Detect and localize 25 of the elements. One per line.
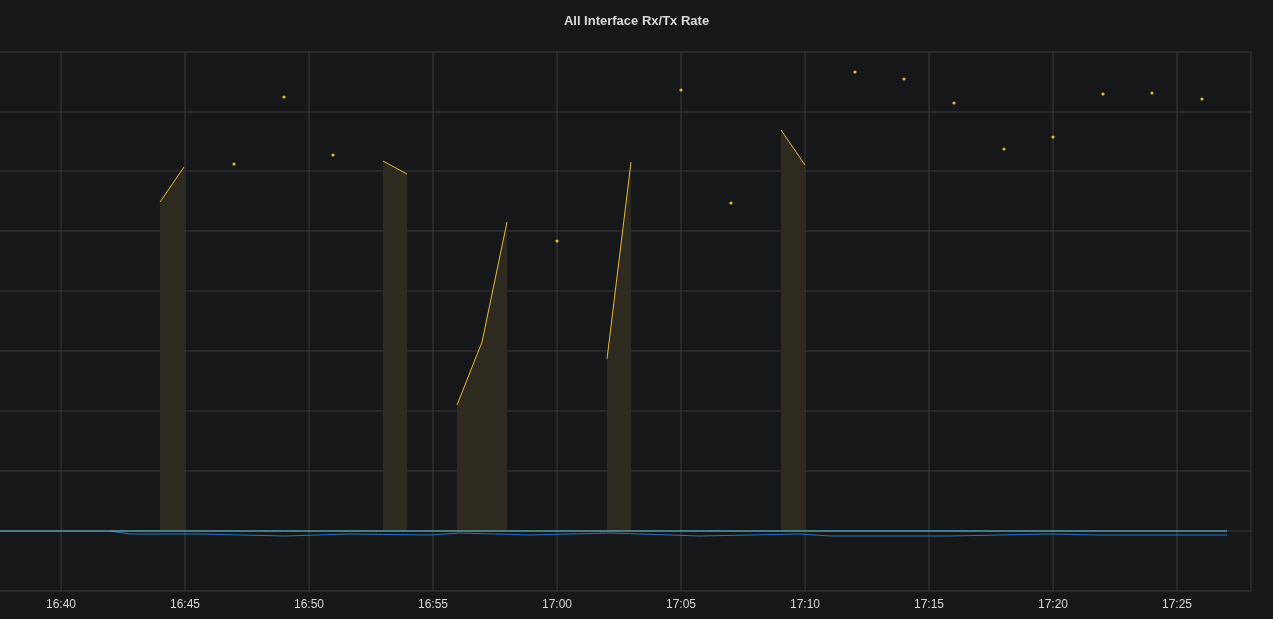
data-point xyxy=(331,153,335,157)
x-tick-label: 17:05 xyxy=(666,597,696,611)
data-point xyxy=(232,162,236,166)
x-tick-label: 17:15 xyxy=(914,597,944,611)
x-tick-label: 16:50 xyxy=(294,597,324,611)
data-point xyxy=(555,239,559,243)
data-point xyxy=(902,77,906,81)
panel-title: All Interface Rx/Tx Rate xyxy=(563,12,710,28)
x-tick-label: 17:10 xyxy=(790,597,820,611)
data-point xyxy=(1150,91,1154,95)
data-point xyxy=(952,101,956,105)
x-tick-label: 17:00 xyxy=(542,597,572,611)
data-point xyxy=(1002,147,1006,151)
x-tick-label: 17:25 xyxy=(1162,597,1192,611)
data-point xyxy=(1101,92,1105,96)
data-point xyxy=(282,95,286,99)
data-point xyxy=(1200,97,1204,101)
data-point xyxy=(679,88,683,92)
x-tick-label: 16:55 xyxy=(418,597,448,611)
x-tick-label: 16:40 xyxy=(46,597,76,611)
x-tick-label: 17:20 xyxy=(1038,597,1068,611)
data-point xyxy=(729,201,733,205)
data-point xyxy=(1051,135,1055,139)
x-tick-label: 16:45 xyxy=(170,597,200,611)
data-point xyxy=(853,70,857,74)
